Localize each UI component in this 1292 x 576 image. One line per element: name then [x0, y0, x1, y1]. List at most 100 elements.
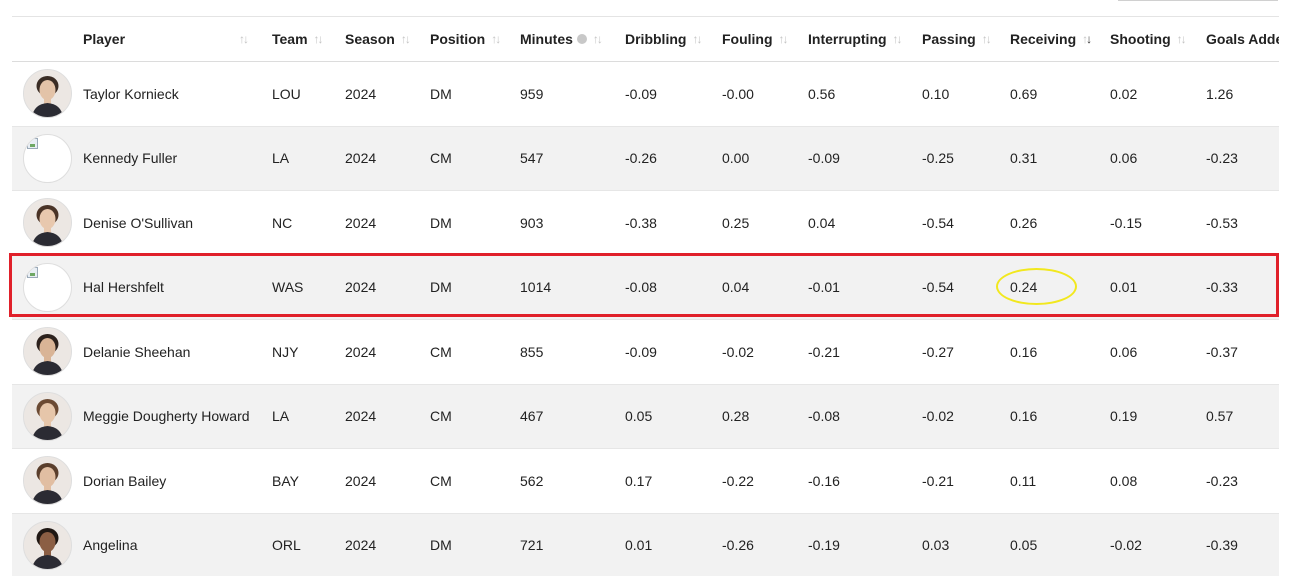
avatar	[23, 198, 72, 248]
cell-minutes: 721	[520, 513, 625, 576]
sort-arrows-icon[interactable]: ↑↓	[491, 32, 501, 46]
cell-interrupting: -0.01	[808, 255, 922, 320]
cell-passing: 0.03	[922, 513, 1010, 576]
header-season[interactable]: Season ↑↓	[345, 16, 430, 62]
cell-interrupting: -0.19	[808, 513, 922, 576]
cell-player: Delanie Sheehan	[83, 319, 272, 385]
cell-position: DM	[430, 190, 520, 256]
header-shooting-label: Shooting	[1110, 31, 1171, 47]
avatar-cell	[12, 513, 83, 576]
header-shooting[interactable]: Shooting ↑↓	[1110, 16, 1206, 62]
table-header-row: Player ↑↓ Team ↑↓ Season ↑↓ Position ↑↓ Min…	[12, 16, 1279, 62]
cell-dribbling: -0.08	[625, 255, 722, 320]
cell-passing: 0.10	[922, 61, 1010, 127]
table-row[interactable]: Dorian Bailey BAY 2024 CM 562 0.17 -0.22 -0.16-…	[12, 448, 1279, 514]
cell-interrupting: 0.56	[808, 61, 922, 127]
avatar	[23, 69, 72, 119]
cell-dribbling: 0.01	[625, 513, 722, 576]
cell-team: NC	[272, 190, 345, 256]
header-team[interactable]: Team ↑↓	[272, 16, 345, 62]
table-row[interactable]: Meggie Dougherty Howard LA 2024 CM 467 0.05 0.…	[12, 384, 1279, 449]
cell-minutes: 855	[520, 319, 625, 385]
cell-shooting: 0.08	[1110, 448, 1206, 514]
avatar	[23, 456, 72, 506]
sort-arrows-icon[interactable]: ↑↓	[692, 32, 702, 46]
cell-receiving: 0.69	[1010, 61, 1110, 127]
player-stats-table: Player ↑↓ Team ↑↓ Season ↑↓ Position ↑↓ Min…	[12, 16, 1279, 576]
cell-interrupting: 0.04	[808, 190, 922, 256]
cell-interrupting: -0.16	[808, 448, 922, 514]
cell-player: Angelina	[83, 513, 272, 576]
avatar-cell	[12, 190, 83, 256]
cell-dribbling: 0.05	[625, 384, 722, 449]
cell-position: DM	[430, 61, 520, 127]
info-icon[interactable]	[576, 34, 587, 44]
cell-player: Meggie Dougherty Howard	[83, 384, 272, 449]
cell-dribbling: -0.09	[625, 319, 722, 385]
header-position-label: Position	[430, 31, 486, 47]
sort-arrows-active-icon[interactable]: ↑↓	[1082, 32, 1092, 46]
header-player[interactable]: Player ↑↓	[83, 16, 272, 62]
cell-receiving: 0.26	[1010, 190, 1110, 256]
sort-arrows-icon[interactable]: ↑↓	[1177, 32, 1187, 46]
sort-arrows-icon[interactable]: ↑↓	[893, 32, 903, 46]
cell-fouling: -0.26	[722, 513, 808, 576]
cell-minutes: 467	[520, 384, 625, 449]
header-season-label: Season	[345, 31, 395, 47]
cell-player: Dorian Bailey	[83, 448, 272, 514]
cell-minutes: 959	[520, 61, 625, 127]
cell-shooting: -0.15	[1110, 190, 1206, 256]
avatar-cell	[12, 255, 83, 320]
cell-goals-added: -0.39	[1206, 513, 1279, 576]
cell-fouling: 0.25	[722, 190, 808, 256]
table-row[interactable]: Taylor Kornieck LOU 2024 DM 959 -0.09 -0.00 0.5…	[12, 61, 1279, 127]
cell-team: NJY	[272, 319, 345, 385]
header-passing[interactable]: Passing ↑↓	[922, 16, 1010, 62]
cell-interrupting: -0.21	[808, 319, 922, 385]
player-stats-table-container[interactable]: Player ↑↓ Team ↑↓ Season ↑↓ Position ↑↓ Min…	[12, 16, 1279, 576]
cell-minutes: 547	[520, 126, 625, 191]
header-receiving[interactable]: Receiving ↑↓	[1010, 16, 1110, 62]
header-dribbling[interactable]: Dribbling ↑↓	[625, 16, 722, 62]
cell-position: DM	[430, 513, 520, 576]
cell-passing: -0.54	[922, 255, 1010, 320]
cell-fouling: -0.00	[722, 61, 808, 127]
cell-position: CM	[430, 319, 520, 385]
sort-arrows-icon[interactable]: ↑↓	[239, 32, 249, 46]
sort-arrows-icon[interactable]: ↑↓	[779, 32, 789, 46]
cell-season: 2024	[345, 513, 430, 576]
header-fouling[interactable]: Fouling ↑↓	[722, 16, 808, 62]
table-row[interactable]: Kennedy Fuller LA 2024 CM 547 -0.26 0.00 -0.09-…	[12, 126, 1279, 191]
sort-arrows-icon[interactable]: ↑↓	[401, 32, 411, 46]
header-interrupting-label: Interrupting	[808, 31, 887, 47]
cell-receiving: 0.05	[1010, 513, 1110, 576]
sort-arrows-icon[interactable]: ↑↓	[314, 32, 324, 46]
header-minutes[interactable]: Minutes ↑↓	[520, 16, 625, 62]
header-minutes-label: Minutes	[520, 31, 573, 47]
sort-arrows-icon[interactable]: ↑↓	[982, 32, 992, 46]
cell-shooting: 0.06	[1110, 319, 1206, 385]
avatar-cell	[12, 384, 83, 449]
cell-season: 2024	[345, 190, 430, 256]
cell-minutes: 562	[520, 448, 625, 514]
avatar-cell	[12, 61, 83, 127]
table-row[interactable]: Hal Hershfelt WAS 2024 DM 1014 -0.08 0.04 -0.01…	[12, 255, 1279, 320]
top-edge-line	[1118, 0, 1278, 1]
cell-dribbling: -0.38	[625, 190, 722, 256]
cell-team: LA	[272, 126, 345, 191]
table-row[interactable]: Denise O'Sullivan NC 2024 DM 903 -0.38 0.25 0.0…	[12, 190, 1279, 256]
avatar-cell	[12, 126, 83, 191]
cell-team: BAY	[272, 448, 345, 514]
cell-dribbling: -0.09	[625, 61, 722, 127]
cell-position: CM	[430, 126, 520, 191]
cell-goals-added: -0.53	[1206, 190, 1279, 256]
sort-arrows-icon[interactable]: ↑↓	[593, 32, 603, 46]
table-row[interactable]: Delanie Sheehan NJY 2024 CM 855 -0.09 -0.02 -0.…	[12, 319, 1279, 385]
header-interrupting[interactable]: Interrupting ↑↓	[808, 16, 922, 62]
header-goals-added[interactable]: Goals Added	[1206, 16, 1279, 62]
table-row[interactable]: Angelina ORL 2024 DM 721 0.01 -0.26 -0.19 0.03 0.…	[12, 513, 1279, 576]
header-position[interactable]: Position ↑↓	[430, 16, 520, 62]
avatar	[23, 133, 72, 183]
cell-position: DM	[430, 255, 520, 320]
cell-fouling: 0.28	[722, 384, 808, 449]
